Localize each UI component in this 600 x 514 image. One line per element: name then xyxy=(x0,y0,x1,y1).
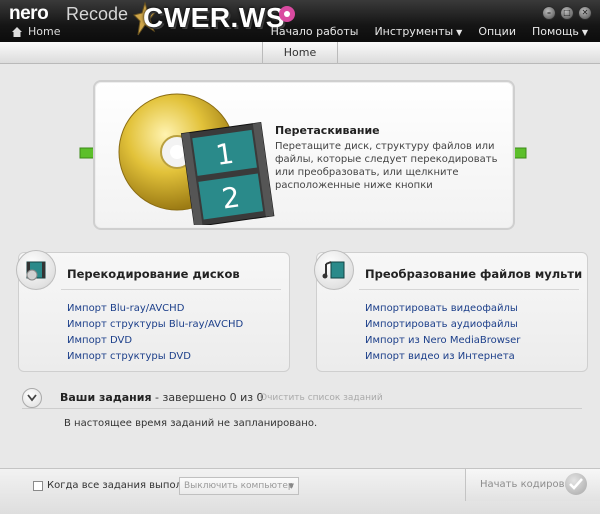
import-internet-video-link[interactable]: Импорт видео из Интернета xyxy=(365,351,520,362)
jobs-empty-message: В настоящее время заданий не запланирова… xyxy=(64,418,318,429)
media-import-links: Импортировать видеофайлы Импортировать а… xyxy=(365,303,520,362)
chevron-down-icon: ▼ xyxy=(581,28,588,37)
clear-jobs-link[interactable]: Очистить список заданий xyxy=(260,393,383,403)
menu-getting-started[interactable]: Начало работы xyxy=(271,25,359,38)
menu-help[interactable]: Помощь ▼ xyxy=(532,25,588,38)
window-controls: – □ ✕ xyxy=(542,6,592,20)
jobs-divider xyxy=(22,408,582,409)
panel-convert-media-title: Преобразование файлов мультиме... xyxy=(365,267,583,281)
when-done-action-value: Выключить компьютер xyxy=(184,481,294,491)
disc-import-links: Импорт Blu-ray/AVCHD Импорт структуры Bl… xyxy=(67,303,243,362)
watermark-flower-icon xyxy=(279,6,295,22)
start-encoding-button[interactable]: Начать кодировку xyxy=(465,469,600,501)
home-header: Home xyxy=(0,42,600,64)
title-bar: nero Recode CWER.WS Home – □ ✕ Начало ра… xyxy=(0,0,600,42)
chevron-down-icon: ▼ xyxy=(456,28,463,37)
media-panel-icon xyxy=(314,250,354,290)
jobs-title-label: Ваши задания xyxy=(60,391,152,404)
home-icon xyxy=(12,26,22,37)
main-menu: Начало работы Инструменты ▼ Опции Помощь ▼ xyxy=(271,25,588,38)
drop-zone-description: Перетащите диск, структуру файлов или фа… xyxy=(275,141,498,191)
jobs-collapse-toggle[interactable] xyxy=(22,388,42,408)
home-breadcrumb-label: Home xyxy=(28,25,61,38)
home-tab[interactable]: Home xyxy=(262,42,338,64)
drop-zone-title: Перетаскивание xyxy=(275,124,380,137)
disc-panel-icon xyxy=(16,250,56,290)
jobs-header: Ваши задания - завершено 0 из 0 Очистить… xyxy=(22,388,582,410)
disc-film-icon: 1 2 xyxy=(118,93,275,225)
panel-recode-discs: Перекодирование дисков Импорт Blu-ray/AV… xyxy=(16,250,290,372)
bottom-bar: Когда все задания выполнены: Выключить к… xyxy=(0,468,600,514)
panel-divider xyxy=(61,289,281,290)
when-done-action-select[interactable]: Выключить компьютер ▼ xyxy=(179,477,299,495)
when-done-checkbox[interactable] xyxy=(33,481,43,491)
import-bluray-link[interactable]: Импорт Blu-ray/AVCHD xyxy=(67,303,243,314)
jobs-status: - завершено 0 из 0 xyxy=(151,391,264,404)
product-name: Recode xyxy=(66,4,129,24)
panel-convert-media: Преобразование файлов мультиме... Импорт… xyxy=(314,250,588,372)
panel-recode-discs-title: Перекодирование дисков xyxy=(67,267,240,281)
menu-options[interactable]: Опции xyxy=(478,25,516,38)
import-dvd-link[interactable]: Импорт DVD xyxy=(67,335,243,346)
jobs-title: Ваши задания - завершено 0 из 0 xyxy=(60,391,264,404)
watermark-text: CWER.WS xyxy=(143,2,285,33)
panel-divider xyxy=(359,289,579,290)
import-dvd-structure-link[interactable]: Импорт структуры DVD xyxy=(67,351,243,362)
menu-tools[interactable]: Инструменты ▼ xyxy=(374,25,462,38)
nero-logo: nero xyxy=(9,3,49,24)
import-audio-files-link[interactable]: Импортировать аудиофайлы xyxy=(365,319,520,330)
home-tab-label: Home xyxy=(283,46,317,59)
import-mediabrowser-link[interactable]: Импорт из Nero MediaBrowser xyxy=(365,335,520,346)
minimize-icon[interactable]: – xyxy=(542,6,556,20)
close-icon[interactable]: ✕ xyxy=(578,6,592,20)
drop-zone[interactable]: 1 2 Перетаскивание Перетащите диск, стру… xyxy=(93,80,515,230)
import-video-files-link[interactable]: Импортировать видеофайлы xyxy=(365,303,520,314)
import-bluray-structure-link[interactable]: Импорт структуры Blu-ray/AVCHD xyxy=(67,319,243,330)
home-breadcrumb[interactable]: Home xyxy=(12,25,60,38)
restore-icon[interactable]: □ xyxy=(560,6,574,20)
start-encoding-label: Начать кодировку xyxy=(480,479,577,490)
checkmark-icon xyxy=(565,473,587,495)
chevron-down-icon: ▼ xyxy=(288,482,294,490)
chevron-down-icon xyxy=(27,394,37,402)
